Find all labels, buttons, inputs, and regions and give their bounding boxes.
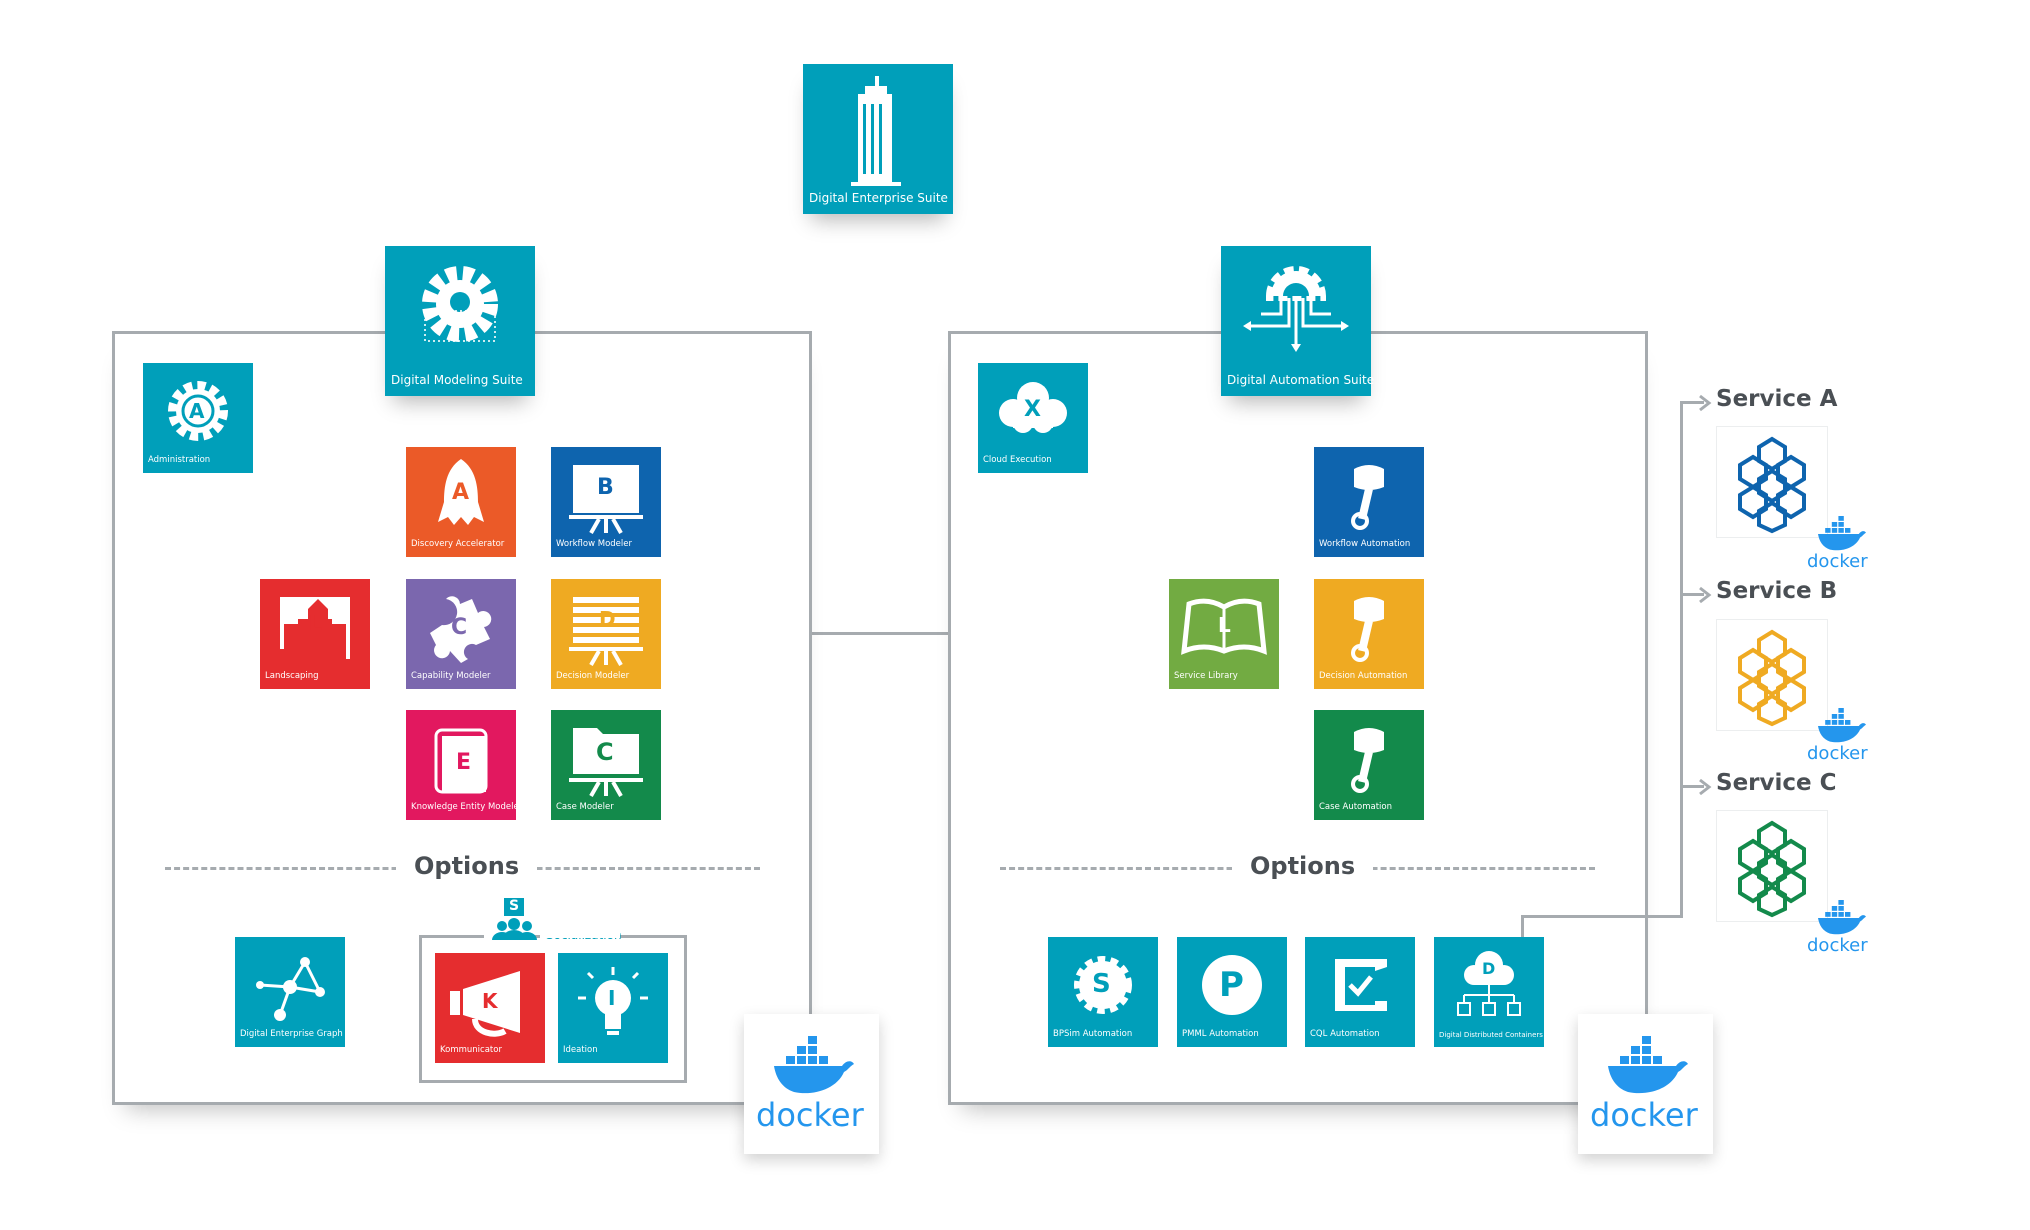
cubes-icon <box>1738 629 1806 727</box>
cubes-icon <box>1738 820 1806 918</box>
socialization-header: S Socialization <box>484 896 622 946</box>
icon-letter: D <box>1482 959 1496 978</box>
docker-wordmark: docker <box>1590 1096 1698 1134</box>
docker-whale-icon <box>774 1036 854 1094</box>
icon-letter: X <box>1024 397 1041 422</box>
tile-label: Case Automation <box>1319 802 1393 812</box>
service-label: Service C <box>1716 770 1837 796</box>
tile-label: Workflow Modeler <box>556 539 632 549</box>
workflow-modeler-tile[interactable]: B Workflow Modeler <box>551 447 661 557</box>
icon-letter: L <box>1218 613 1231 637</box>
options-heading: Options <box>396 852 538 880</box>
connector-down <box>1521 915 1524 937</box>
service-label: Service B <box>1716 578 1838 604</box>
digital-distributed-containers-tile[interactable]: D Digital Distributed Containers <box>1434 937 1544 1047</box>
administration-tile[interactable]: A Administration <box>143 363 253 473</box>
service-box[interactable] <box>1716 426 1828 538</box>
tile-label: Digital Enterprise Graph <box>240 1029 343 1039</box>
tile-label: Kommunicator <box>440 1045 502 1055</box>
service-box[interactable] <box>1716 619 1828 731</box>
connector-containers-to-services <box>1680 401 1683 918</box>
tile-label: Decision Modeler <box>556 671 630 681</box>
docker-wordmark: docker <box>1807 935 1868 956</box>
icon-letter: S <box>509 898 520 914</box>
docker-whale-icon <box>1818 900 1866 935</box>
tile-label: Digital Automation Suite <box>1227 373 1375 387</box>
ideation-tile[interactable]: I Ideation <box>558 953 668 1063</box>
icon-letter: A <box>189 399 205 423</box>
group-gap <box>540 928 620 938</box>
cql-automation-tile[interactable]: CQL Automation <box>1305 937 1415 1047</box>
tile-label: PMML Automation <box>1182 1029 1259 1039</box>
docker-wordmark: docker <box>756 1096 864 1134</box>
icon-letter: E <box>456 750 472 775</box>
bpsim-automation-tile[interactable]: S BPSim Automation <box>1048 937 1158 1047</box>
docker-logo: docker <box>744 1014 879 1154</box>
tile-label: Ideation <box>563 1045 598 1055</box>
cubes-icon <box>1738 436 1806 534</box>
landscaping-tile[interactable]: L Landscaping <box>260 579 370 689</box>
icon-letter: L <box>309 611 322 635</box>
icon-letter: P <box>1219 965 1244 1005</box>
tile-label: Capability Modeler <box>411 671 491 681</box>
icon-letter: C <box>451 615 468 640</box>
docker-logo: docker <box>1578 1014 1713 1154</box>
discovery-accelerator-tile[interactable]: A Discovery Accelerator <box>406 447 516 557</box>
docker-wordmark: docker <box>1807 743 1868 764</box>
service-box[interactable] <box>1716 810 1828 922</box>
icon-letter: S <box>1092 969 1111 999</box>
tile-label: Discovery Accelerator <box>411 539 505 549</box>
tile-label: Case Modeler <box>556 802 614 812</box>
tile-label: Decision Automation <box>1319 671 1408 681</box>
pmml-automation-tile[interactable]: P PMML Automation <box>1177 937 1287 1047</box>
options-heading: Options <box>1232 852 1374 880</box>
digital-enterprise-suite-tile[interactable]: Digital Enterprise Suite <box>803 64 953 214</box>
icon-letter: I <box>608 986 616 1010</box>
knowledge-entity-modeler-tile[interactable]: E Knowledge Entity Modeler <box>406 710 522 820</box>
service-library-tile[interactable]: L Service Library <box>1169 579 1279 689</box>
arrow-head-icon <box>1699 778 1712 796</box>
icon-letter: K <box>482 989 498 1013</box>
digital-modeling-suite-tile[interactable]: Digital Modeling Suite <box>385 246 535 396</box>
digital-enterprise-graph-tile[interactable]: Digital Enterprise Graph <box>235 937 345 1047</box>
tile-label: Knowledge Entity Modeler <box>411 802 523 812</box>
case-automation-tile[interactable]: Case Automation <box>1314 710 1424 820</box>
icon-letter: B <box>597 475 614 500</box>
tile-label: Workflow Automation <box>1319 539 1411 549</box>
tile-label: Digital Modeling Suite <box>391 373 523 387</box>
tile-label: Landscaping <box>265 671 319 681</box>
docker-wordmark: docker <box>1807 551 1868 572</box>
service-label: Service A <box>1716 386 1838 412</box>
docker-whale-icon <box>1608 1036 1688 1094</box>
digital-automation-suite-tile[interactable]: Digital Automation Suite <box>1221 246 1375 396</box>
tile-label: BPSim Automation <box>1053 1029 1133 1039</box>
case-modeler-tile[interactable]: C Case Modeler <box>551 710 661 820</box>
arrow-head-icon <box>1699 586 1712 604</box>
decision-modeler-tile[interactable]: D Decision Modeler <box>551 579 661 689</box>
capability-modeler-tile[interactable]: C Capability Modeler <box>406 579 516 689</box>
icon-letter: A <box>452 480 470 505</box>
tile-label: Administration <box>148 455 211 465</box>
docker-whale-icon <box>1818 516 1866 551</box>
arrow-head-icon <box>1699 394 1712 412</box>
tile-label: CQL Automation <box>1310 1029 1380 1039</box>
docker-whale-icon <box>1818 708 1866 743</box>
decision-automation-tile[interactable]: Decision Automation <box>1314 579 1424 689</box>
tile-label: Digital Distributed Containers <box>1439 1031 1543 1039</box>
workflow-automation-tile[interactable]: Workflow Automation <box>1314 447 1424 557</box>
cloud-execution-tile[interactable]: X Cloud Execution <box>978 363 1088 473</box>
tile-label: Digital Enterprise Suite <box>809 191 948 205</box>
tile-label: Cloud Execution <box>983 455 1052 465</box>
icon-letter: D <box>599 607 616 631</box>
icon-letter: C <box>596 738 614 766</box>
kommunicator-tile[interactable]: K Kommunicator <box>435 953 545 1063</box>
connector-horizontal <box>1521 915 1683 918</box>
tile-label: Service Library <box>1174 671 1238 681</box>
